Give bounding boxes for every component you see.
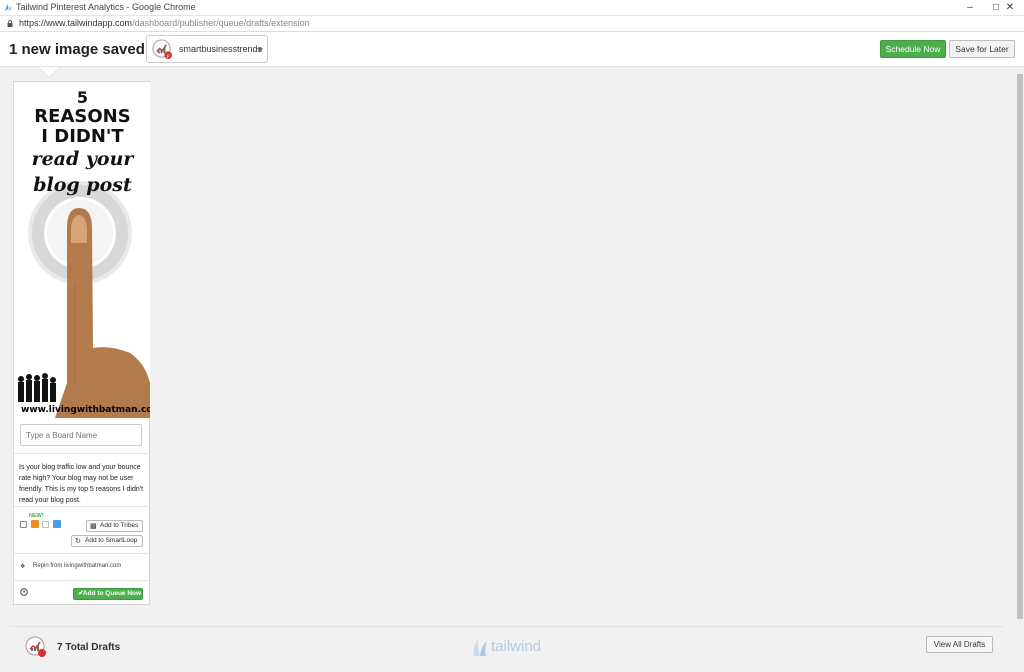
divider [14, 506, 149, 507]
loop-icon: ↻ [75, 538, 81, 545]
tailwind-logo-text: tailwind [491, 638, 542, 655]
rss-icon[interactable] [31, 520, 39, 528]
pin-headline-didnt: I DIDN'T [41, 126, 124, 147]
tailwind-app-icon [4, 3, 12, 12]
tribes-icon: ▩ [90, 523, 97, 530]
share-checkbox[interactable] [42, 521, 49, 528]
url-text[interactable]: https://www.tailwindapp.com/dashboard/pu… [19, 18, 310, 28]
view-all-drafts-button[interactable]: View All Drafts [926, 636, 993, 653]
minimize-button[interactable]: – [956, 0, 984, 16]
close-window-button[interactable]: ✕ [996, 0, 1024, 16]
pin-headline-number: 5 [76, 88, 89, 107]
add-to-queue-button[interactable]: ✔ Add to Queue Now [73, 588, 143, 600]
add-to-tribes-button[interactable]: ▩ Add to Tribes [86, 520, 143, 532]
page-header: 1 new image saved! p smartbusinesstrends [0, 32, 1024, 67]
scrollbar-thumb[interactable] [1017, 74, 1023, 619]
pin-headline-reasons: REASONS [34, 106, 131, 127]
pin-icon: ❖ [20, 564, 26, 570]
tailwind-logo: tailwind [472, 636, 552, 658]
pin-draft-card: 5 REASONS I DIDN'T read your blog post w… [13, 81, 150, 605]
pin-watermark: www.livingwithbatman.com [21, 405, 150, 415]
chevron-down-icon [257, 48, 263, 52]
pin-image: 5 REASONS I DIDN'T read your blog post w… [15, 83, 150, 418]
divider [14, 580, 149, 581]
divider [14, 453, 149, 454]
card-pointer [39, 67, 59, 77]
board-name-input[interactable] [20, 424, 142, 446]
new-badge: NEW! [29, 513, 44, 519]
footer-divider [10, 626, 1004, 627]
save-for-later-button[interactable]: Save for Later [949, 40, 1015, 58]
tailwind-logo-icon [473, 639, 487, 656]
account-avatar: p [152, 39, 173, 59]
divider [14, 553, 149, 554]
pin-headline-blog: blog post [33, 174, 132, 196]
address-bar[interactable]: https://www.tailwindapp.com/dashboard/pu… [0, 16, 1024, 32]
svg-text:p: p [167, 54, 170, 59]
pin-headline-read: read your [31, 148, 134, 170]
twitter-icon[interactable] [53, 520, 61, 528]
account-name: smartbusinesstrends [179, 44, 263, 54]
total-drafts-count: 7 Total Drafts [57, 642, 121, 653]
account-avatar [25, 636, 46, 657]
account-selector[interactable]: p smartbusinesstrends [146, 35, 268, 63]
pinterest-checkbox[interactable] [20, 521, 27, 528]
clock-icon[interactable] [20, 588, 28, 596]
window-titlebar: Tailwind Pinterest Analytics - Google Ch… [0, 0, 1024, 16]
page-scrollbar[interactable] [1016, 68, 1024, 628]
schedule-now-button[interactable]: Schedule Now [880, 40, 946, 58]
lock-icon [7, 20, 13, 27]
page-title: 1 new image saved! [9, 41, 150, 58]
window-title: Tailwind Pinterest Analytics - Google Ch… [16, 2, 196, 12]
pin-description[interactable]: Is your blog traffic low and your bounce… [19, 462, 145, 506]
checkmark-icon: ✔ [78, 590, 84, 597]
add-to-smartloop-button[interactable]: ↻ Add to SmartLoop [71, 535, 143, 547]
